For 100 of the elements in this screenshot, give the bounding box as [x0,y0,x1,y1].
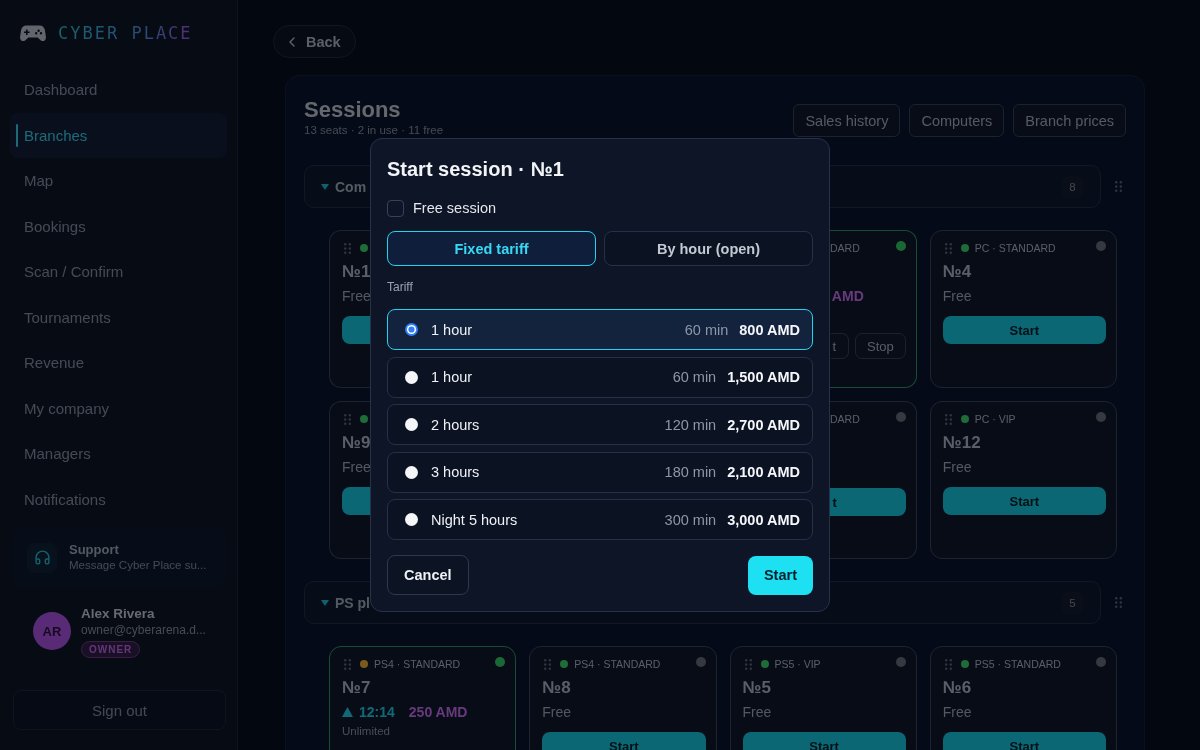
tariff-price: 2,100 AMD [727,464,800,480]
seat-number: №7 [342,678,372,698]
group-title: PS pl [335,594,370,611]
radio-icon[interactable] [405,513,418,526]
seat-type: PS4 · STANDARD [574,657,661,671]
seat-number: №6 [942,678,973,698]
toolbar-button[interactable]: Computers [909,104,1005,137]
nav-link[interactable]: Map [10,158,227,204]
mode-tab[interactable]: By hour (open) [604,231,813,266]
tariff-duration: 180 min [664,464,717,480]
group-title: Com [335,178,367,195]
cancel-button[interactable]: Cancel [387,555,469,595]
session-price: 250 AMD [408,704,468,720]
tariff-option[interactable]: Night 5 hours 300 min 3,000 AMD [387,499,813,540]
drag-handle-icon[interactable] [344,658,351,670]
triangle-up-icon [342,707,353,717]
nav-link[interactable]: Dashboard [10,67,227,113]
toolbar-button[interactable]: Sales history [793,104,901,137]
radio-icon[interactable] [405,370,418,384]
seat-type: PC · STANDARD [974,241,1056,255]
user-name: Alex Rivera [81,604,156,622]
start-button[interactable]: Start [747,555,813,595]
start-button[interactable]: Start [542,732,706,750]
avatar: AR [33,612,71,650]
seat-status: Free [742,703,773,721]
nav-link[interactable]: Scan / Confirm [10,249,227,295]
seat-status: Free [342,287,370,305]
nav-link[interactable]: Tournaments [10,294,227,340]
page-title: Sessions [304,97,402,123]
drag-handle-icon[interactable] [1114,181,1122,192]
tariff-price: 1,500 AMD [727,369,800,385]
session-time: 12:14 [359,704,395,720]
nav-link[interactable]: My company [10,385,227,431]
headset-icon [27,542,57,573]
drag-handle-icon[interactable] [944,658,952,670]
drag-handle-icon[interactable] [944,242,952,254]
tariff-name: 2 hours [431,416,480,433]
sign-out-button[interactable]: Sign out [13,690,226,730]
radio-icon[interactable] [405,323,418,336]
card-button[interactable] [342,316,370,344]
seat-type: PS5 · STANDARD [974,657,1061,671]
session-price: AMD [831,288,864,304]
drag-handle-icon[interactable] [544,658,552,670]
seat-type: PS4 · STANDARD [374,657,461,671]
drag-handle-icon[interactable] [1114,597,1122,608]
seat-type: DARD [830,241,860,255]
seat-number: №12 [942,433,982,453]
nav-link[interactable]: Notifications [10,476,227,522]
dialog-title: Start session · №1 [387,157,565,181]
support-card[interactable]: Support Message Cyber Place su... [13,528,226,587]
tariff-option[interactable]: 1 hour 60 min 1,500 AMD [387,356,813,398]
nav-link[interactable]: Branches [10,112,227,158]
start-button[interactable]: Start [942,732,1106,750]
checkbox[interactable] [387,199,404,217]
seat-number: №4 [942,262,973,282]
field-label: Tariff [387,281,414,294]
tariff-option[interactable]: 3 hours 180 min 2,100 AMD [387,451,813,493]
user-email: owner@cyberarena.d... [81,621,206,638]
tariff-option[interactable]: 2 hours 120 min 2,700 AMD [387,404,813,445]
seat-status: Free [542,703,573,721]
radio-icon[interactable] [405,465,418,479]
gamepad-icon [20,23,46,43]
drag-handle-icon[interactable] [344,413,351,425]
seat-type: DARD [830,412,860,426]
toolbar-button[interactable]: Branch prices [1013,104,1126,137]
drag-handle-icon[interactable] [944,413,952,425]
seat-number: №8 [542,678,572,698]
tariff-duration: 300 min [664,511,717,528]
tariff-duration: 120 min [664,416,717,433]
caret-down-icon[interactable] [321,182,329,191]
start-button[interactable]: Start [742,732,906,750]
mode-tab[interactable]: Fixed tariff [387,231,596,266]
card-button[interactable]: t [829,488,906,516]
tariff-option[interactable]: 1 hour 60 min 800 AMD [387,309,813,350]
tariff-price: 800 AMD [739,321,800,338]
session-limit: Unlimited [342,725,391,737]
tariff-duration: 60 min [684,321,729,338]
seat-number: №1 [342,262,370,282]
tariff-name: 1 hour [431,321,473,338]
drag-handle-icon[interactable] [344,242,351,254]
start-button[interactable]: Start [942,487,1106,515]
nav-link[interactable]: Managers [10,431,227,477]
start-button[interactable]: Start [942,316,1106,344]
back-button[interactable]: Back [273,25,356,58]
tariff-duration: 60 min [672,369,717,385]
seat-type: PS5 · VIP [774,657,821,671]
radio-icon[interactable] [405,418,418,431]
seat-number: №5 [742,678,772,698]
drag-handle-icon[interactable] [744,658,752,670]
card-button[interactable]: t [831,333,849,359]
tariff-name: Night 5 hours [431,511,518,528]
caret-down-icon[interactable] [321,598,329,607]
card-button[interactable] [342,487,370,515]
seat-number: №9 [342,433,370,453]
tariff-name: 1 hour [431,369,473,385]
nav-link[interactable]: Revenue [10,340,227,386]
nav-link[interactable]: Bookings [10,203,227,249]
seat-type: PC · VIP [974,412,1016,426]
card-button[interactable]: Stop [855,333,906,359]
seat-summary: 13 seats · 2 in use · 11 free [304,124,444,136]
